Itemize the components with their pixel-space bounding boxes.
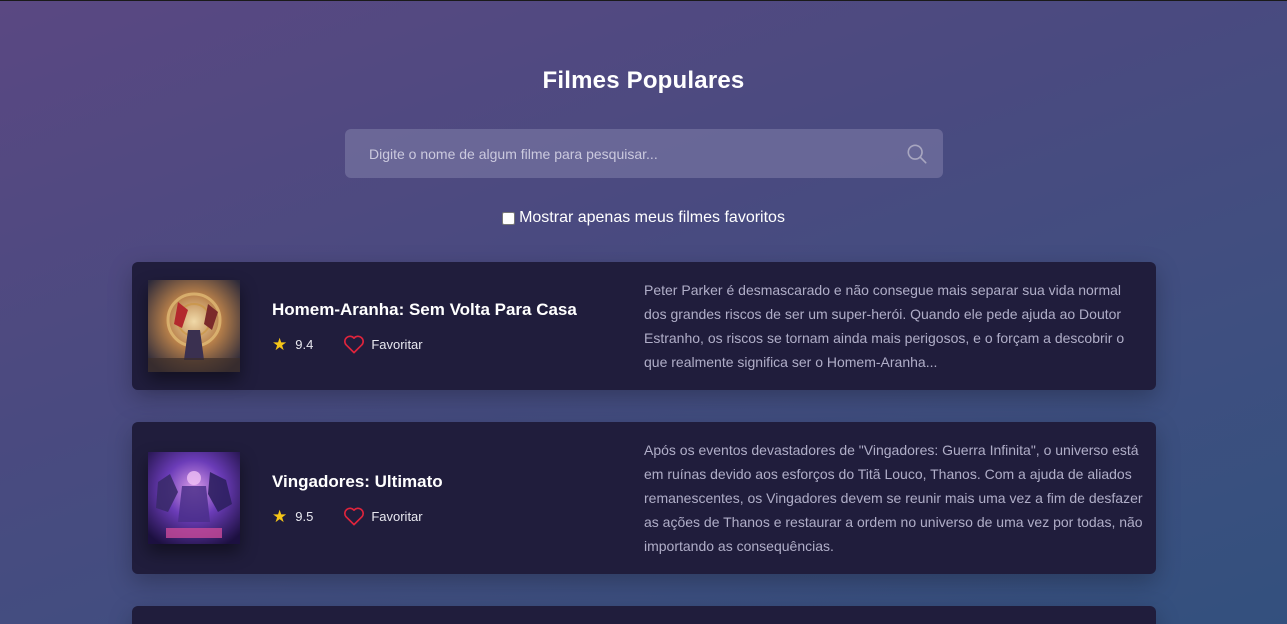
movie-meta: ★ 9.5 Favoritar <box>272 506 423 526</box>
movie-overview: Peter Parker é desmascarado e não conseg… <box>644 282 1125 370</box>
favorite-label: Favoritar <box>371 508 423 524</box>
movie-rating: 9.4 <box>295 336 314 352</box>
favorites-checkbox[interactable] <box>502 211 516 225</box>
page-title: Filmes Populares <box>542 67 745 94</box>
star-icon: ★ <box>272 506 288 526</box>
heart-icon <box>343 334 365 354</box>
favorites-filter-label: Mostrar apenas meus filmes favoritos <box>519 209 785 226</box>
movie-card: Homem-Aranha: Sem Volta Para Casa ★ 9.4 … <box>132 262 1156 390</box>
heart-icon <box>343 506 365 526</box>
search-bar <box>345 129 943 178</box>
favorites-filter[interactable]: Mostrar apenas meus filmes favoritos <box>0 209 1287 227</box>
movie-card <box>132 606 1156 624</box>
movie-rating: 9.5 <box>295 508 314 524</box>
favorite-button[interactable]: Favoritar <box>343 506 423 526</box>
favorite-label: Favoritar <box>371 336 423 352</box>
movie-poster <box>148 280 240 372</box>
search-icon[interactable] <box>905 142 929 166</box>
search-input[interactable] <box>369 145 905 162</box>
movie-poster <box>148 452 240 544</box>
favorite-button[interactable]: Favoritar <box>343 334 423 354</box>
movie-title: Homem-Aranha: Sem Volta Para Casa <box>272 300 577 319</box>
movie-meta: ★ 9.4 Favoritar <box>272 334 423 354</box>
star-icon: ★ <box>272 334 288 354</box>
movie-overview: Após os eventos devastadores de "Vingado… <box>644 442 1143 554</box>
movie-title: Vingadores: Ultimato <box>272 472 443 491</box>
movie-card: Vingadores: Ultimato ★ 9.5 Favoritar Apó… <box>132 422 1156 574</box>
